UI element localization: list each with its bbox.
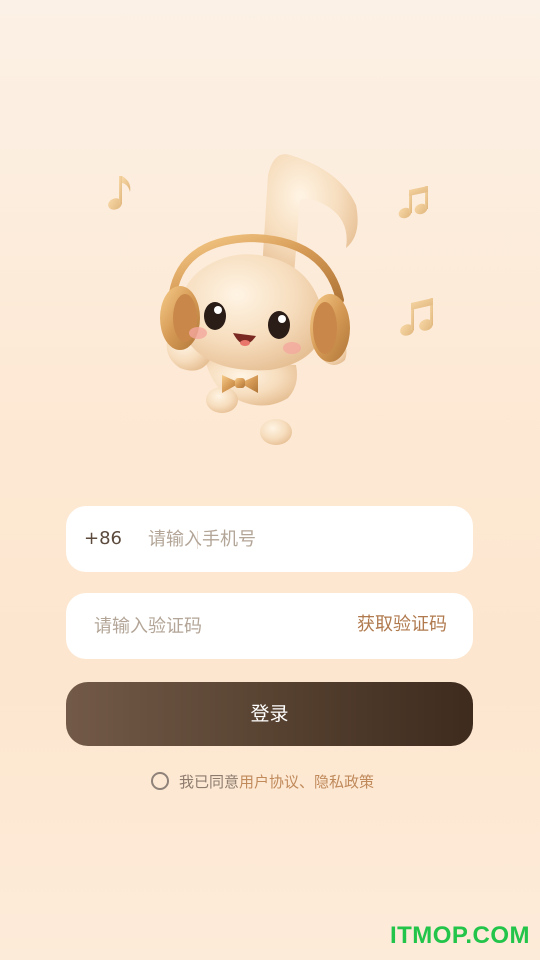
verification-code-input[interactable] xyxy=(94,611,334,641)
agreement-row: 我已同意 用户协议 、 隐私政策 xyxy=(151,769,374,793)
watermark: ITMOP.COM xyxy=(389,922,530,949)
login-button[interactable]: 登录 xyxy=(66,682,473,746)
double-note-icon-top-right xyxy=(398,186,428,219)
music-note-icon-left xyxy=(108,176,131,210)
phone-field[interactable]: +86 xyxy=(66,506,473,572)
country-code[interactable]: +86 xyxy=(84,527,122,551)
agree-prefix: 我已同意 xyxy=(179,772,240,791)
get-code-button[interactable]: 获取验证码 xyxy=(357,613,447,637)
phone-input[interactable] xyxy=(148,524,448,554)
agree-checkbox[interactable] xyxy=(151,772,169,790)
verification-code-field[interactable]: 获取验证码 xyxy=(66,593,473,659)
double-note-icon-right xyxy=(400,298,433,336)
user-agreement-link[interactable]: 用户协议 xyxy=(239,771,299,792)
privacy-policy-link[interactable]: 隐私政策 xyxy=(314,771,374,792)
agreement-separator: 、 xyxy=(299,772,315,791)
mascot-illustration xyxy=(108,154,433,445)
